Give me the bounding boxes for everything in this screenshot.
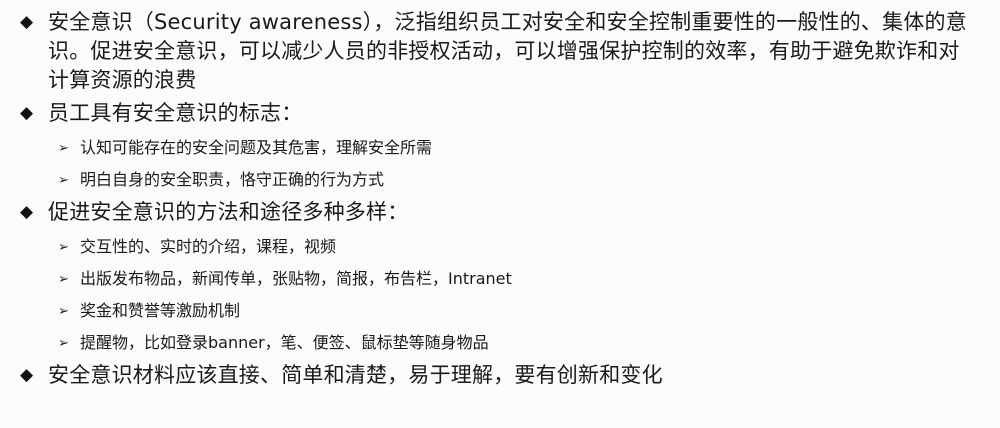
sub-item: ➢ 交互性的、实时的介绍，课程，视频 bbox=[58, 231, 980, 263]
diamond-bullet-icon: ◆ bbox=[20, 103, 34, 123]
sub-item: ➢ 明白自身的安全职责，恪守正确的行为方式 bbox=[58, 164, 980, 196]
diamond-bullet-icon: ◆ bbox=[20, 365, 34, 385]
sub-item: ➢ 出版发布物品，新闻传单，张贴物，简报，布告栏，Intranet bbox=[58, 263, 980, 295]
slide: ◆ 安全意识（Security awareness），泛指组织员工对安全和安全控… bbox=[0, 0, 1000, 428]
bullet-material-guidelines: ◆ 安全意识材料应该直接、简单和清楚，易于理解，要有创新和变化 bbox=[20, 361, 980, 390]
sub-item: ➢ 提醒物，比如登录banner，笔、便签、鼠标垫等随身物品 bbox=[58, 327, 980, 359]
sub-item-text: 出版发布物品，新闻传单，张贴物，简报，布告栏，Intranet bbox=[80, 269, 512, 288]
sub-item-text: 认知可能存在的安全问题及其危害，理解安全所需 bbox=[80, 138, 433, 157]
bullet-text: 安全意识材料应该直接、简单和清楚，易于理解，要有创新和变化 bbox=[48, 363, 663, 387]
sub-list-methods: ➢ 交互性的、实时的介绍，课程，视频 ➢ 出版发布物品，新闻传单，张贴物，简报，… bbox=[58, 231, 980, 359]
bullet-text: 员工具有安全意识的标志： bbox=[48, 101, 303, 125]
sub-item: ➢ 认知可能存在的安全问题及其危害，理解安全所需 bbox=[58, 132, 980, 164]
bullet-security-awareness-definition: ◆ 安全意识（Security awareness），泛指组织员工对安全和安全控… bbox=[20, 8, 980, 95]
diamond-bullet-icon: ◆ bbox=[20, 202, 34, 222]
bullet-text: 促进安全意识的方法和途径多种多样： bbox=[48, 200, 409, 224]
bullet-text: 安全意识（Security awareness），泛指组织员工对安全和安全控制重… bbox=[48, 10, 967, 92]
sub-item: ➢ 奖金和赞誉等激励机制 bbox=[58, 295, 980, 327]
sub-item-text: 交互性的、实时的介绍，课程，视频 bbox=[80, 237, 337, 256]
diamond-bullet-icon: ◆ bbox=[20, 12, 34, 32]
arrow-bullet-icon: ➢ bbox=[58, 140, 69, 156]
arrow-bullet-icon: ➢ bbox=[58, 335, 69, 351]
sub-item-text: 提醒物，比如登录banner，笔、便签、鼠标垫等随身物品 bbox=[80, 333, 489, 352]
sub-item-text: 奖金和赞誉等激励机制 bbox=[80, 301, 241, 320]
bullet-employee-awareness-signs: ◆ 员工具有安全意识的标志： bbox=[20, 99, 980, 128]
sub-list-signs: ➢ 认知可能存在的安全问题及其危害，理解安全所需 ➢ 明白自身的安全职责，恪守正… bbox=[58, 132, 980, 196]
sub-item-text: 明白自身的安全职责，恪守正确的行为方式 bbox=[80, 170, 385, 189]
arrow-bullet-icon: ➢ bbox=[58, 271, 69, 287]
bullet-promotion-methods: ◆ 促进安全意识的方法和途径多种多样： bbox=[20, 198, 980, 227]
arrow-bullet-icon: ➢ bbox=[58, 303, 69, 319]
arrow-bullet-icon: ➢ bbox=[58, 172, 69, 188]
arrow-bullet-icon: ➢ bbox=[58, 239, 69, 255]
